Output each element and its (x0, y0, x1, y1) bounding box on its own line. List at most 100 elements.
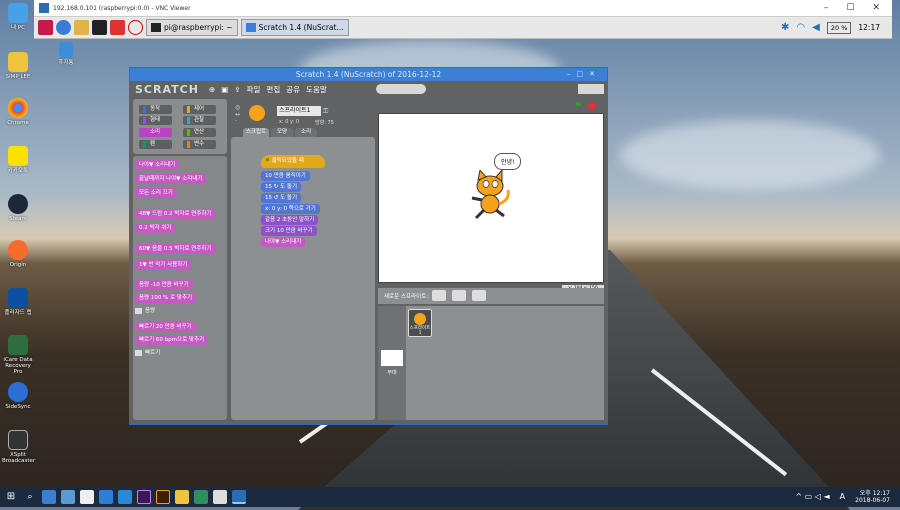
palette-block[interactable]: 나야▼ 소리내기 (135, 160, 180, 170)
search-icon[interactable]: ⌕ (23, 490, 37, 504)
palette-block[interactable]: 모든 소리 끄기 (135, 188, 177, 198)
app-icon[interactable] (213, 490, 227, 504)
input-language[interactable]: A (840, 492, 845, 502)
start-icon[interactable]: ⊞ (4, 490, 18, 504)
todo-icon[interactable] (118, 490, 132, 504)
close-button[interactable]: ✕ (872, 3, 880, 13)
menu-edit[interactable]: 편집 (266, 84, 280, 95)
palette-reporter[interactable]: 빠르기 (135, 348, 164, 358)
bluetooth-icon[interactable]: ✱ (781, 22, 789, 33)
random-sprite-button[interactable] (472, 290, 486, 301)
mathematica-icon[interactable] (128, 20, 143, 35)
category-variables[interactable]: 변수 (183, 140, 216, 149)
palette-block[interactable]: 음량 -10 만큼 바꾸기 (135, 280, 193, 290)
app-icon[interactable] (80, 490, 94, 504)
desktop-icon-origin[interactable]: Origin (2, 240, 34, 268)
browser-icon[interactable] (56, 20, 71, 35)
desktop-icon-label: XSplit Broadcaster (2, 452, 36, 465)
illustrator-icon[interactable] (156, 490, 170, 504)
checkbox[interactable] (135, 308, 142, 314)
sprite-thumbnail[interactable]: 스프라이트1 (408, 309, 432, 337)
palette-block[interactable]: 빠르기 60 bpm으로 맞추기 (135, 335, 209, 345)
desktop-icon-chrome[interactable]: Chrome (2, 98, 34, 126)
terminal-icon[interactable] (92, 20, 107, 35)
lock-icon[interactable]: ⚿ (323, 107, 328, 116)
share-icon[interactable]: ⇪ (234, 85, 240, 94)
script-block[interactable]: 같음 2 초동안 말하기 (261, 215, 319, 225)
category-motion[interactable]: 동작 (139, 105, 172, 114)
wolfram-icon[interactable] (110, 20, 125, 35)
script-block[interactable]: 10 만큼 움직이기 (261, 171, 310, 181)
app-icon[interactable] (194, 490, 208, 504)
palette-block[interactable]: 1▼ 번 악기 사용하기 (135, 260, 192, 270)
app-icon[interactable] (61, 490, 75, 504)
desktop-icon-icare[interactable]: iCare Data Recovery Pro (2, 335, 34, 375)
stage-tools[interactable] (376, 84, 426, 94)
category-pen[interactable]: 펜 (139, 140, 172, 149)
desktop-icon-recycle-bin[interactable]: 휴지통 (50, 42, 82, 66)
file-explorer-icon[interactable] (175, 490, 189, 504)
vnc-viewer-icon[interactable] (232, 490, 246, 504)
tray-icons[interactable]: ^ ▭ ◁ ◄ (795, 492, 829, 502)
paint-sprite-button[interactable] (432, 290, 446, 301)
premiere-icon[interactable] (137, 490, 151, 504)
script-block[interactable]: 15 ↻ 도 돌기 (261, 182, 302, 192)
palette-reporter[interactable]: 음량 (135, 306, 159, 316)
palette-block[interactable]: 60▼ 음을 0.5 박자로 연주하기 (135, 244, 216, 254)
save-icon[interactable]: ▣ (221, 85, 228, 94)
taskbar-scratch[interactable]: Scratch 1.4 (NuScrat... (240, 19, 349, 36)
maximize-button[interactable]: ☐ (846, 3, 854, 13)
category-looks[interactable]: 형태 (139, 116, 172, 125)
raspberry-menu-icon[interactable] (38, 20, 53, 35)
sprite-name-field[interactable]: 스프라이트1 (277, 106, 321, 116)
window-controls[interactable]: –□✕ (567, 68, 601, 81)
app-icon[interactable] (99, 490, 113, 504)
script-block[interactable]: 15 ↺ 도 돌기 (261, 193, 302, 203)
palette-block[interactable]: 0.2 박자 쉬기 (135, 223, 176, 233)
script-block[interactable]: 나야▼ 소리내기 (261, 237, 306, 247)
desktop-icon-simp-lee[interactable]: SIMP LEE (2, 52, 34, 80)
category-sensing[interactable]: 관찰 (183, 116, 216, 125)
desktop-icon-blizzard[interactable]: 플러자드 랩 (2, 288, 34, 316)
green-flag-icon[interactable]: ⚑ (574, 101, 582, 111)
taskbar-terminal[interactable]: pi@raspberrypi: ~ (146, 19, 238, 36)
file-manager-icon[interactable] (74, 20, 89, 35)
menu-share[interactable]: 공유 (286, 84, 300, 95)
minimize-button[interactable]: – (824, 3, 829, 13)
desktop-icon-xsplit[interactable]: XSplit Broadcaster (2, 430, 36, 465)
palette-block[interactable]: 음량 100 % 로 맞추기 (135, 293, 197, 303)
script-block-hat[interactable]: ⚑ 클릭되었을 때 (261, 155, 325, 168)
desktop-icon-kakaotalk[interactable]: 카카오톡 (2, 146, 34, 174)
choose-sprite-button[interactable] (452, 290, 466, 301)
wifi-icon[interactable]: ◠ (796, 22, 805, 33)
category-sound[interactable]: 소리 (139, 128, 172, 137)
menu-help[interactable]: 도움말 (306, 84, 327, 95)
store-icon[interactable] (42, 490, 56, 504)
sprite-info: ◎ ↔ · 스프라이트1 ⚿ x: 0 y: 0 방향: 75 (231, 100, 375, 130)
volume-icon[interactable]: ◀ (812, 22, 820, 33)
palette-block[interactable]: 끝날때까지 나야▼ 소리내기 (135, 174, 207, 184)
tab-costumes[interactable]: 모양 (271, 128, 293, 137)
palette-block[interactable]: 48▼ 드럼 0.2 박자로 연주하기 (135, 209, 216, 219)
cat-sprite[interactable] (466, 170, 514, 222)
globe-icon[interactable]: ⊕ (209, 85, 215, 94)
stage-size-buttons[interactable] (578, 84, 604, 94)
desktop-icon-sidesync[interactable]: SideSync (2, 382, 34, 410)
tab-sounds[interactable]: 소리 (295, 128, 317, 137)
system-clock[interactable]: 오후 12:17 2018-06-07 (855, 490, 890, 504)
category-operators[interactable]: 연산 (183, 128, 216, 137)
category-control[interactable]: 제어 (183, 105, 216, 114)
stop-icon[interactable] (588, 102, 596, 110)
menu-file[interactable]: 파일 (247, 84, 261, 95)
tab-scripts[interactable]: 스크립트 (243, 128, 269, 137)
desktop-icon-steam[interactable]: Steam (2, 194, 34, 222)
checkbox[interactable] (135, 350, 142, 356)
vnc-icon (39, 3, 49, 13)
rotation-style-icons[interactable]: ◎ ↔ · (235, 104, 240, 125)
stage-label: 무대 (387, 370, 397, 376)
desktop-icon-my-pc[interactable]: 내 PC (2, 3, 34, 31)
stage-thumbnail[interactable] (381, 350, 403, 366)
script-block[interactable]: x: 0 y: 0 쪽으로 가기 (261, 204, 320, 214)
palette-block[interactable]: 빠르기 20 만큼 바꾸기 (135, 322, 196, 332)
script-block[interactable]: 크기 10 만큼 바꾸기 (261, 226, 317, 236)
